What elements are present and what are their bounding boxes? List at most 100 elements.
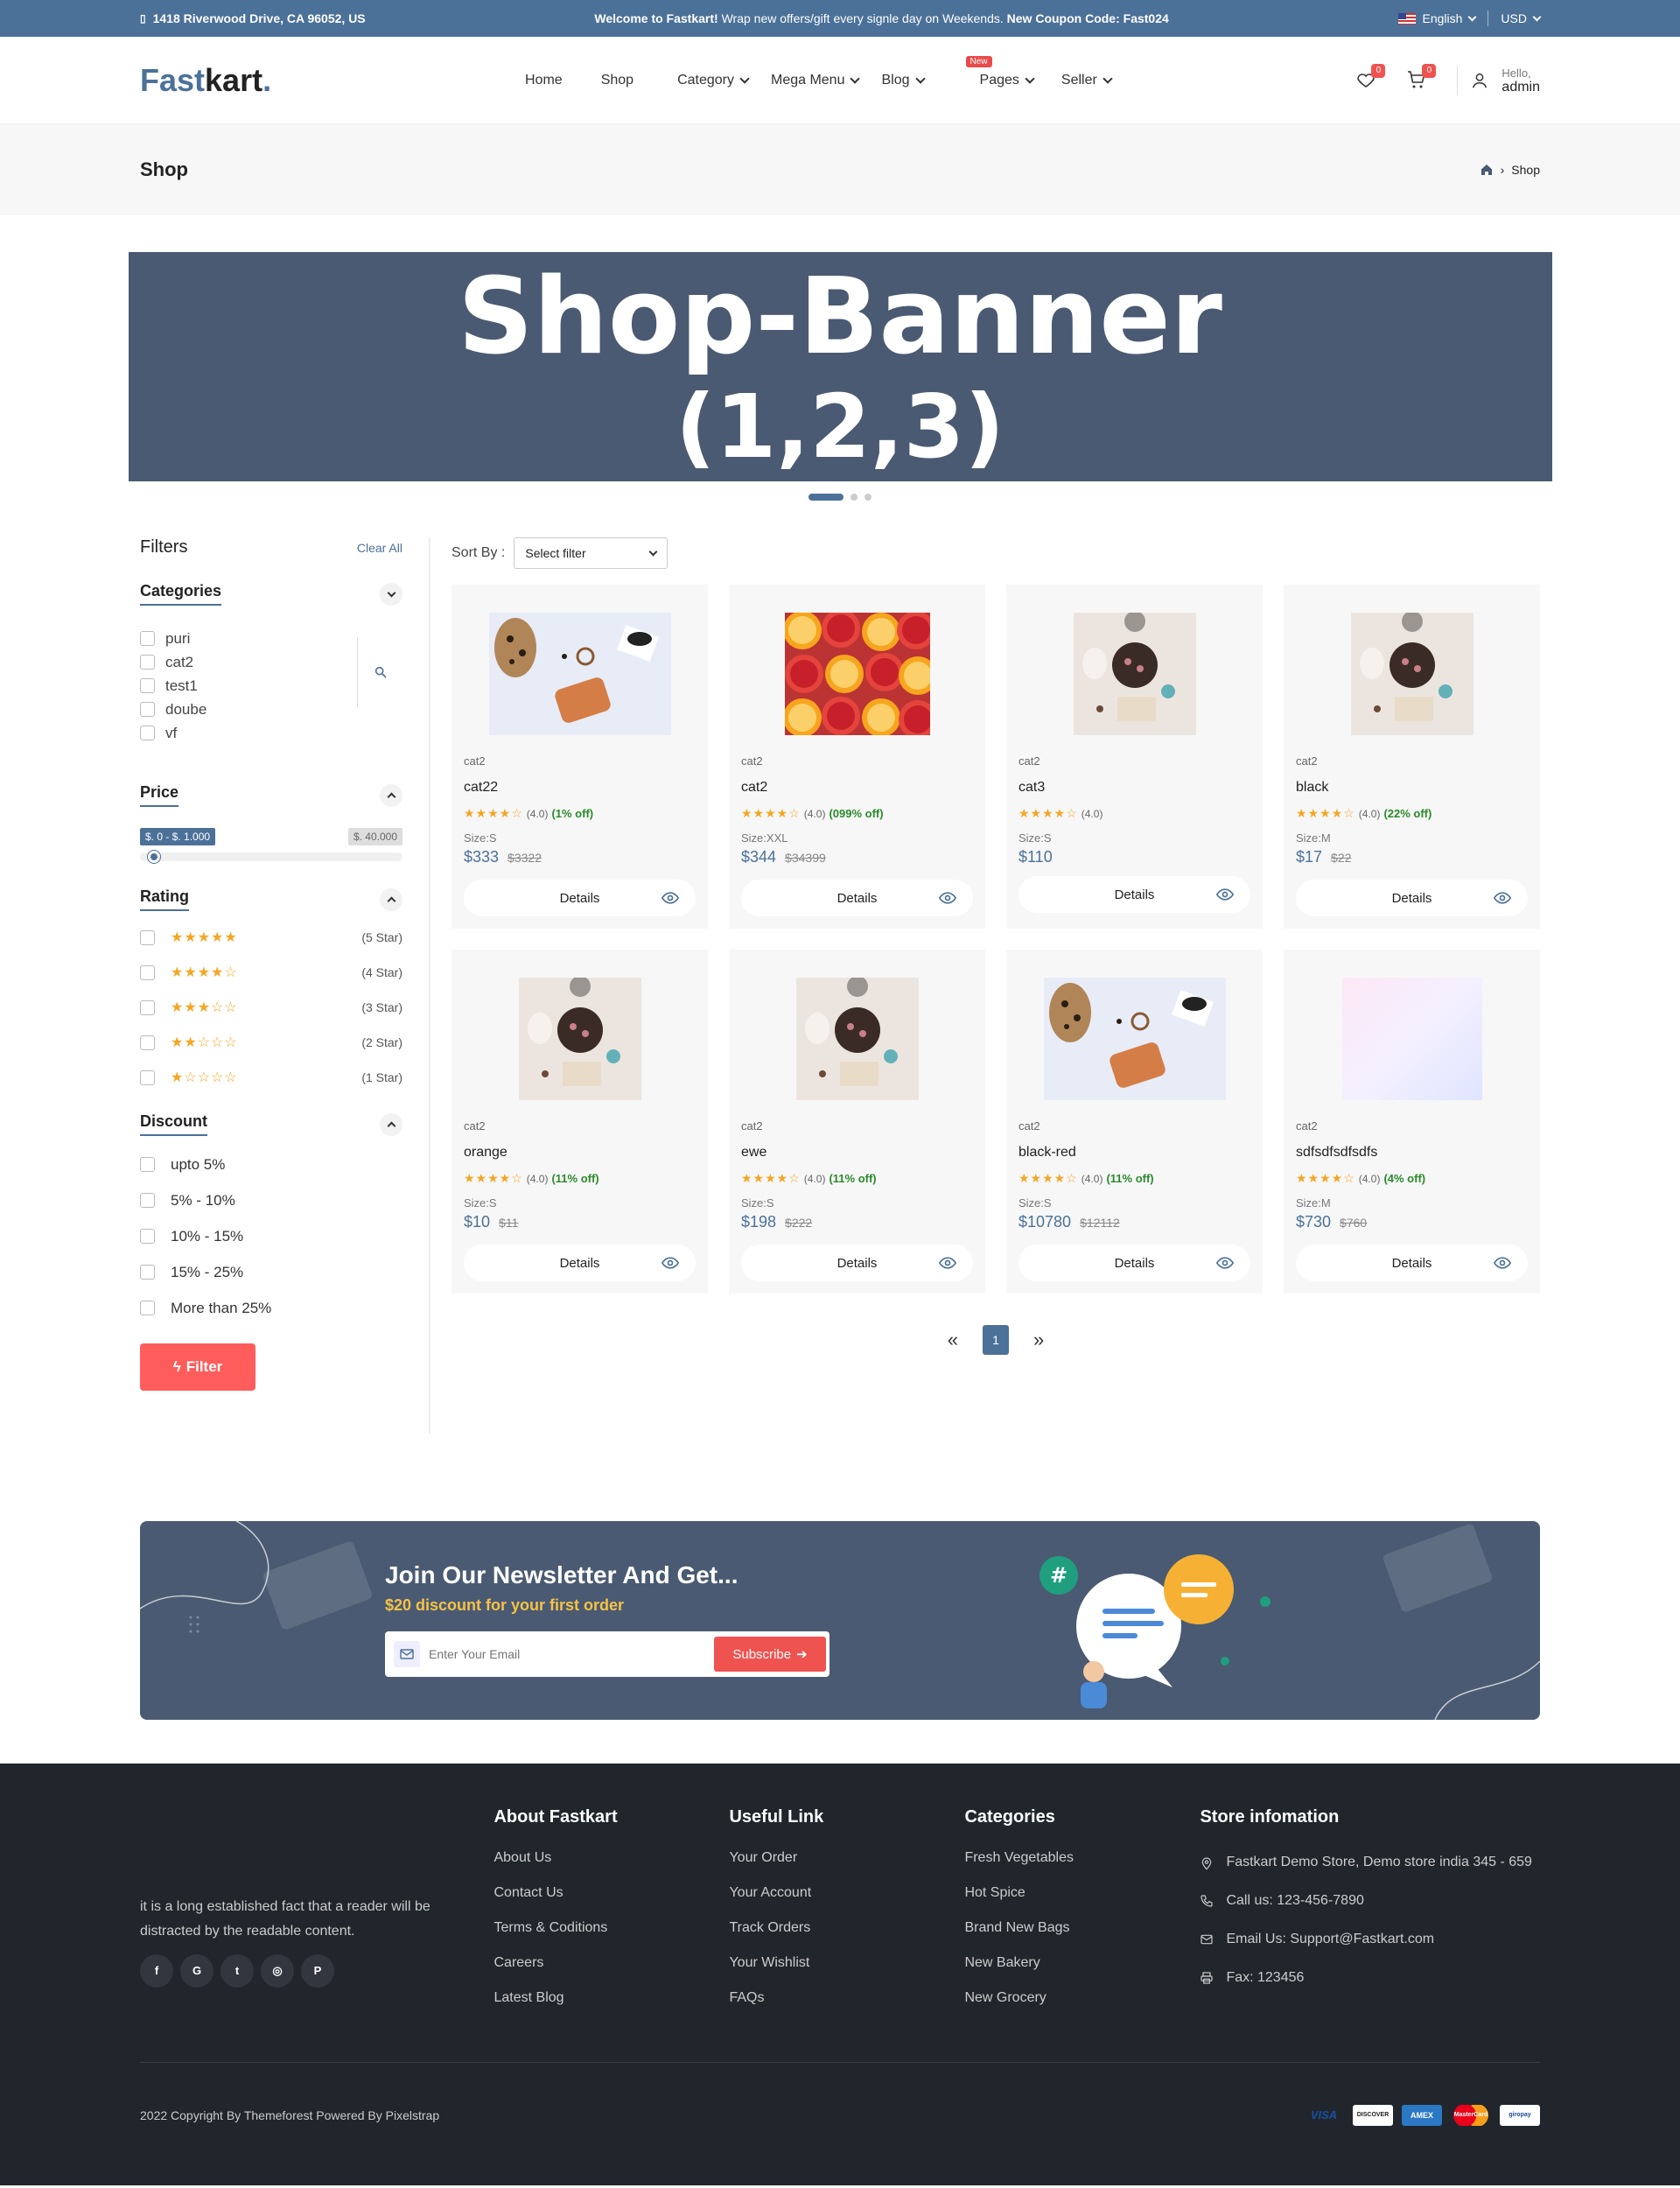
product-card[interactable]: cat2 orange ★★★★☆ (4.0) (11% off) Size:S $10 $1… bbox=[452, 950, 708, 1294]
checkbox[interactable] bbox=[140, 1193, 155, 1208]
eye-icon[interactable] bbox=[938, 1254, 957, 1272]
currency-select[interactable]: USD bbox=[1501, 11, 1542, 25]
product-card[interactable]: cat2 cat2 ★★★★☆ (4.0) (099% off) Size:XXL $344… bbox=[729, 585, 985, 929]
product-card[interactable]: cat2 sdfsdfsdfsdfs ★★★★☆ (4.0) (4% off) Size:… bbox=[1284, 950, 1540, 1294]
checkbox[interactable] bbox=[140, 678, 155, 693]
rating-option[interactable]: ★★★☆☆ (3 Star) bbox=[140, 990, 402, 1025]
instagram-icon[interactable]: ◎ bbox=[261, 1954, 294, 1988]
rating-option[interactable]: ★★☆☆☆ (2 Star) bbox=[140, 1025, 402, 1060]
category-option[interactable]: vf bbox=[140, 721, 206, 745]
wishlist-button[interactable]: 0 bbox=[1355, 64, 1386, 92]
collapse-toggle[interactable] bbox=[380, 783, 402, 807]
checkbox[interactable] bbox=[140, 702, 155, 717]
carousel-dot[interactable] bbox=[864, 494, 872, 501]
clear-all-link[interactable]: Clear All bbox=[357, 541, 402, 555]
details-button[interactable]: Details bbox=[741, 880, 973, 916]
collapse-toggle[interactable] bbox=[380, 582, 402, 606]
product-name[interactable]: orange bbox=[464, 1145, 696, 1161]
nav-category[interactable]: Category bbox=[677, 73, 750, 88]
next-page-button[interactable]: » bbox=[1033, 1329, 1044, 1351]
details-button[interactable]: Details bbox=[1018, 1245, 1250, 1281]
checkbox[interactable] bbox=[140, 1265, 155, 1280]
product-name[interactable]: cat3 bbox=[1018, 780, 1250, 796]
footer-link[interactable]: About Us bbox=[494, 1850, 729, 1885]
product-name[interactable]: cat2 bbox=[741, 780, 973, 796]
nav-home[interactable]: Home bbox=[525, 73, 563, 88]
product-name[interactable]: cat22 bbox=[464, 780, 696, 796]
nav-mega-menu[interactable]: Mega Menu bbox=[771, 73, 861, 88]
footer-link[interactable]: Contact Us bbox=[494, 1885, 729, 1920]
checkbox[interactable] bbox=[140, 1069, 155, 1085]
discount-option[interactable]: 10% - 15% bbox=[140, 1218, 402, 1254]
carousel-dot[interactable] bbox=[850, 494, 858, 501]
checkbox[interactable] bbox=[140, 929, 155, 945]
checkbox[interactable] bbox=[140, 964, 155, 980]
footer-link[interactable]: Your Account bbox=[729, 1885, 964, 1920]
shop-banner[interactable]: Shop-Banner (1,2,3) bbox=[128, 252, 1552, 481]
user-menu[interactable]: Hello, admin bbox=[1457, 66, 1540, 95]
rating-option[interactable]: ★★★★☆ (4 Star) bbox=[140, 955, 402, 990]
details-button[interactable]: Details bbox=[1296, 880, 1528, 916]
rating-option[interactable]: ★☆☆☆☆ (1 Star) bbox=[140, 1060, 402, 1095]
checkbox[interactable] bbox=[140, 1229, 155, 1244]
details-button[interactable]: Details bbox=[464, 1245, 696, 1281]
cart-button[interactable]: 0 bbox=[1406, 64, 1437, 92]
category-option[interactable]: puri bbox=[140, 627, 206, 650]
sort-select[interactable]: Select filter bbox=[514, 537, 668, 569]
language-select[interactable]: English bbox=[1397, 11, 1477, 25]
checkbox[interactable] bbox=[140, 655, 155, 670]
home-icon[interactable] bbox=[1480, 163, 1494, 177]
checkbox[interactable] bbox=[140, 999, 155, 1015]
details-button[interactable]: Details bbox=[464, 880, 696, 916]
details-button[interactable]: Details bbox=[1018, 876, 1250, 913]
category-option[interactable]: test1 bbox=[140, 674, 206, 698]
checkbox[interactable] bbox=[140, 631, 155, 646]
discount-option[interactable]: More than 25% bbox=[140, 1290, 402, 1326]
category-option[interactable]: doube bbox=[140, 698, 206, 721]
footer-link[interactable]: Latest Blog bbox=[494, 1990, 729, 2025]
details-button[interactable]: Details bbox=[1296, 1245, 1528, 1281]
collapse-toggle[interactable] bbox=[380, 887, 402, 911]
footer-link[interactable]: Your Order bbox=[729, 1850, 964, 1885]
product-card[interactable]: cat2 ewe ★★★★☆ (4.0) (11% off) Size:S $198 $222… bbox=[729, 950, 985, 1294]
product-card[interactable]: cat2 black-red ★★★★☆ (4.0) (11% off) Size:S $1… bbox=[1006, 950, 1263, 1294]
twitter-icon[interactable]: t bbox=[220, 1954, 254, 1988]
pinterest-icon[interactable]: P bbox=[301, 1954, 334, 1988]
footer-link[interactable]: Careers bbox=[494, 1955, 729, 1990]
collapse-toggle[interactable] bbox=[380, 1112, 402, 1136]
page-button[interactable]: 1 bbox=[983, 1325, 1009, 1355]
price-slider[interactable] bbox=[140, 851, 402, 863]
carousel-dot[interactable] bbox=[808, 494, 844, 501]
checkbox[interactable] bbox=[140, 1157, 155, 1172]
logo[interactable]: Fastkart. bbox=[140, 62, 525, 99]
footer-link[interactable]: Terms & Coditions bbox=[494, 1920, 729, 1955]
footer-link[interactable]: New Grocery bbox=[964, 1990, 1200, 2025]
product-card[interactable]: cat2 black ★★★★☆ (4.0) (22% off) Size:M $17 $22… bbox=[1284, 585, 1540, 929]
nav-seller[interactable]: Seller bbox=[1061, 73, 1113, 88]
email-input[interactable] bbox=[420, 1647, 714, 1661]
eye-icon[interactable] bbox=[1493, 1254, 1512, 1272]
footer-link[interactable]: Your Wishlist bbox=[729, 1955, 964, 1990]
subscribe-button[interactable]: Subscribe ➔ bbox=[714, 1637, 826, 1672]
footer-link[interactable]: Fresh Vegetables bbox=[964, 1850, 1200, 1885]
footer-link[interactable]: Track Orders bbox=[729, 1920, 964, 1955]
nav-blog[interactable]: Blog bbox=[881, 73, 926, 88]
eye-icon[interactable] bbox=[938, 889, 957, 907]
product-name[interactable]: black-red bbox=[1018, 1145, 1250, 1161]
nav-shop[interactable]: Shop bbox=[601, 73, 634, 88]
prev-page-button[interactable]: « bbox=[948, 1329, 958, 1351]
checkbox[interactable] bbox=[140, 726, 155, 740]
eye-icon[interactable] bbox=[661, 1254, 680, 1272]
footer-link[interactable]: Brand New Bags bbox=[964, 1920, 1200, 1955]
details-button[interactable]: Details bbox=[741, 1245, 973, 1281]
eye-icon[interactable] bbox=[1493, 889, 1512, 907]
product-name[interactable]: sdfsdfsdfsdfs bbox=[1296, 1145, 1528, 1161]
discount-option[interactable]: upto 5% bbox=[140, 1147, 402, 1182]
checkbox[interactable] bbox=[140, 1034, 155, 1050]
category-option[interactable]: cat2 bbox=[140, 650, 206, 674]
product-card[interactable]: cat2 cat22 ★★★★☆ (4.0) (1% off) Size:S $333 $33… bbox=[452, 585, 708, 929]
checkbox[interactable] bbox=[140, 1301, 155, 1315]
footer-link[interactable]: Hot Spice bbox=[964, 1885, 1200, 1920]
category-search-button[interactable] bbox=[357, 637, 402, 707]
facebook-icon[interactable]: f bbox=[140, 1954, 173, 1988]
